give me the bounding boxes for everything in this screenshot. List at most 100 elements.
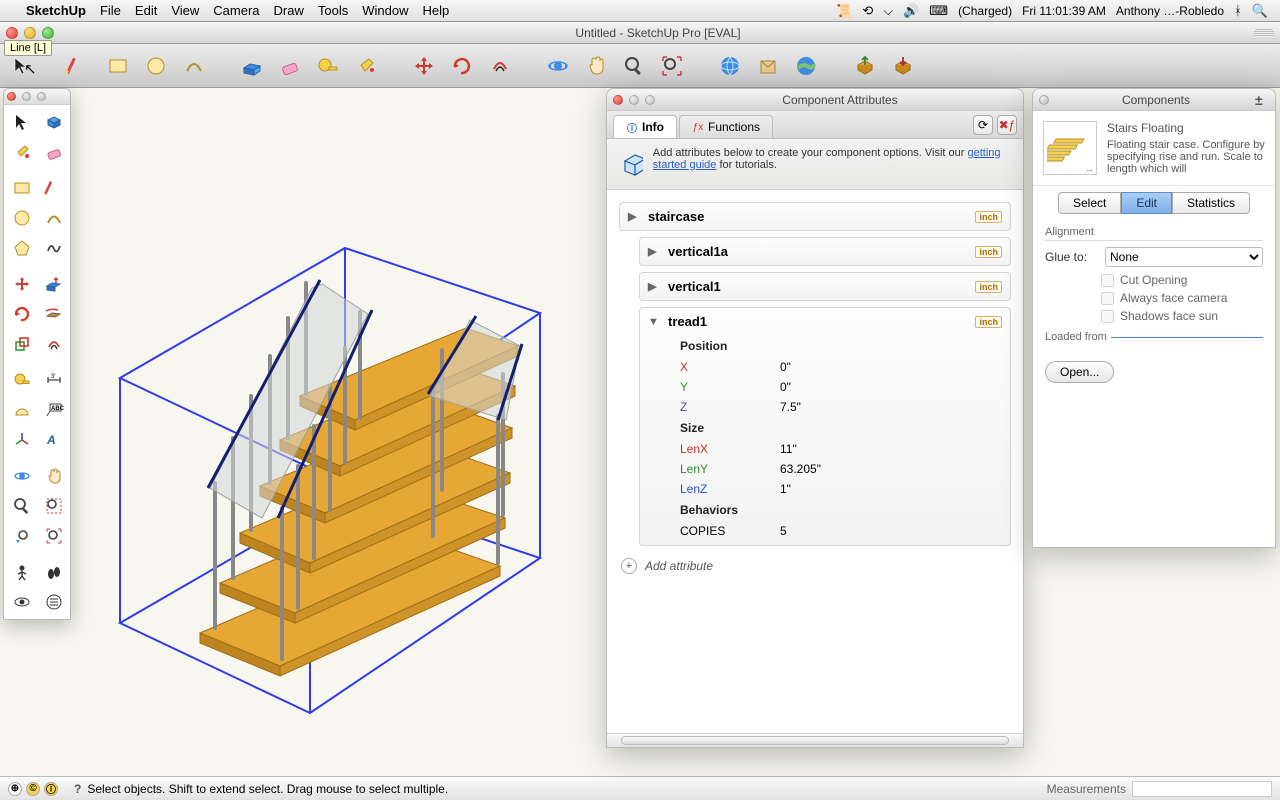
units-badge[interactable]: inch: [975, 316, 1002, 328]
spotlight-icon[interactable]: 🔍: [1252, 3, 1268, 19]
section-plane-tool[interactable]: [38, 587, 70, 617]
attr-value[interactable]: 11": [780, 442, 1010, 456]
disclosure-triangle-icon[interactable]: ▶: [648, 245, 660, 258]
line-tool[interactable]: [38, 173, 70, 203]
walk-tool[interactable]: [38, 557, 70, 587]
circle-tool[interactable]: [140, 50, 172, 82]
offset-tool[interactable]: [38, 329, 70, 359]
units-badge[interactable]: inch: [975, 281, 1002, 293]
offset-tool[interactable]: [484, 50, 516, 82]
horizontal-scrollbar[interactable]: [607, 733, 1023, 747]
attr-row[interactable]: Y 0": [670, 377, 1010, 397]
glue-to-select[interactable]: None: [1105, 247, 1263, 267]
toggle-formula-button[interactable]: ✖ƒ: [997, 115, 1017, 135]
palette-header[interactable]: [4, 89, 70, 105]
move-tool[interactable]: [6, 269, 38, 299]
select-tool[interactable]: [6, 107, 38, 137]
zoom-extents-tool[interactable]: [38, 521, 70, 551]
window-close-button[interactable]: [6, 27, 18, 39]
attr-row[interactable]: COPIES 5: [670, 521, 1010, 541]
menu-draw[interactable]: Draw: [274, 3, 304, 18]
attr-value[interactable]: 0": [780, 380, 1010, 394]
menu-view[interactable]: View: [171, 3, 199, 18]
axes-tool[interactable]: [6, 425, 38, 455]
disclosure-triangle-icon[interactable]: ▼: [648, 316, 660, 328]
menu-edit[interactable]: Edit: [135, 3, 157, 18]
text-tool[interactable]: ABC: [38, 395, 70, 425]
attr-group-header[interactable]: ▶ vertical1 inch: [640, 273, 1010, 300]
add-attribute-button[interactable]: +Add attribute: [611, 552, 1019, 580]
menu-file[interactable]: File: [100, 3, 121, 18]
geo-location-icon[interactable]: ⊕: [8, 782, 22, 796]
previous-view-tool[interactable]: [6, 521, 38, 551]
attr-value[interactable]: 1": [780, 482, 1010, 496]
credits-icon[interactable]: ©: [26, 782, 40, 796]
share-model-tool[interactable]: [752, 50, 784, 82]
wifi-icon[interactable]: ⌵: [883, 3, 893, 19]
attr-row[interactable]: Z 7.5": [670, 397, 1010, 417]
rotate-tool[interactable]: [446, 50, 478, 82]
open-button[interactable]: Open...: [1045, 361, 1114, 383]
keyboard-icon[interactable]: ⌨︎: [929, 3, 948, 19]
export-tool[interactable]: [848, 50, 880, 82]
followme-tool[interactable]: [38, 299, 70, 329]
make-component-tool[interactable]: [38, 107, 70, 137]
panel-close-button[interactable]: [613, 95, 623, 105]
tape-measure-tool[interactable]: [312, 50, 344, 82]
zoom-extents-tool[interactable]: [656, 50, 688, 82]
menu-camera[interactable]: Camera: [213, 3, 259, 18]
tab-statistics[interactable]: Statistics: [1172, 192, 1250, 214]
attr-group-header[interactable]: ▶ staircase inch: [620, 203, 1010, 230]
window-zoom-button[interactable]: [42, 27, 54, 39]
get-models-tool[interactable]: [714, 50, 746, 82]
panel-collapse-button[interactable]: ±: [1255, 92, 1269, 108]
attr-row[interactable]: X 0": [670, 357, 1010, 377]
panel-minimize-button[interactable]: [629, 95, 639, 105]
paint-bucket-tool[interactable]: [350, 50, 382, 82]
import-tool[interactable]: [886, 50, 918, 82]
panel-close-button[interactable]: [1039, 95, 1049, 105]
pushpull-tool[interactable]: [38, 269, 70, 299]
palette-zoom-button[interactable]: [37, 92, 46, 101]
attr-value[interactable]: 5: [780, 524, 1010, 538]
dimension-tool[interactable]: 3': [38, 365, 70, 395]
bluetooth-icon[interactable]: ᚼ: [1234, 3, 1242, 18]
tape-measure-tool[interactable]: [6, 365, 38, 395]
rotate-tool[interactable]: [6, 299, 38, 329]
component-thumbnail[interactable]: [1043, 121, 1097, 175]
shadows-face-sun-checkbox[interactable]: [1101, 310, 1114, 323]
tab-functions[interactable]: ƒxFunctions: [679, 115, 773, 138]
eraser-tool[interactable]: [38, 137, 70, 167]
volume-icon[interactable]: 🔊: [903, 3, 919, 19]
user-menu[interactable]: Anthony …-Robledo: [1116, 4, 1224, 18]
script-menu-icon[interactable]: 📜: [836, 3, 852, 19]
loaded-from-field[interactable]: [1111, 337, 1263, 338]
tab-select[interactable]: Select: [1058, 192, 1121, 214]
disclosure-triangle-icon[interactable]: ▶: [628, 210, 640, 223]
polygon-tool[interactable]: [6, 233, 38, 263]
attr-row[interactable]: LenY 63.205": [670, 459, 1010, 479]
sync-icon[interactable]: ⟲: [862, 3, 873, 19]
attr-value[interactable]: 7.5": [780, 400, 1010, 414]
move-tool[interactable]: [408, 50, 440, 82]
menu-tools[interactable]: Tools: [318, 3, 348, 18]
line-tool[interactable]: [64, 50, 96, 82]
rectangle-tool[interactable]: [102, 50, 134, 82]
model-info-icon[interactable]: ⓘ: [44, 782, 58, 796]
rectangle-tool[interactable]: [6, 173, 38, 203]
arc-tool[interactable]: [178, 50, 210, 82]
always-face-camera-checkbox[interactable]: [1101, 292, 1114, 305]
toolbar-grip-icon[interactable]: [1254, 29, 1274, 37]
scale-tool[interactable]: [6, 329, 38, 359]
paint-bucket-tool[interactable]: [6, 137, 38, 167]
panel-zoom-button[interactable]: [645, 95, 655, 105]
menu-window[interactable]: Window: [362, 3, 408, 18]
attr-value[interactable]: 63.205": [780, 462, 1010, 476]
orbit-tool[interactable]: [542, 50, 574, 82]
zoom-tool[interactable]: [6, 491, 38, 521]
google-earth-tool[interactable]: [790, 50, 822, 82]
position-camera-tool[interactable]: [6, 557, 38, 587]
battery-status[interactable]: (Charged): [958, 4, 1012, 18]
system-clock[interactable]: Fri 11:01:39 AM: [1022, 4, 1106, 18]
disclosure-triangle-icon[interactable]: ▶: [648, 280, 660, 293]
